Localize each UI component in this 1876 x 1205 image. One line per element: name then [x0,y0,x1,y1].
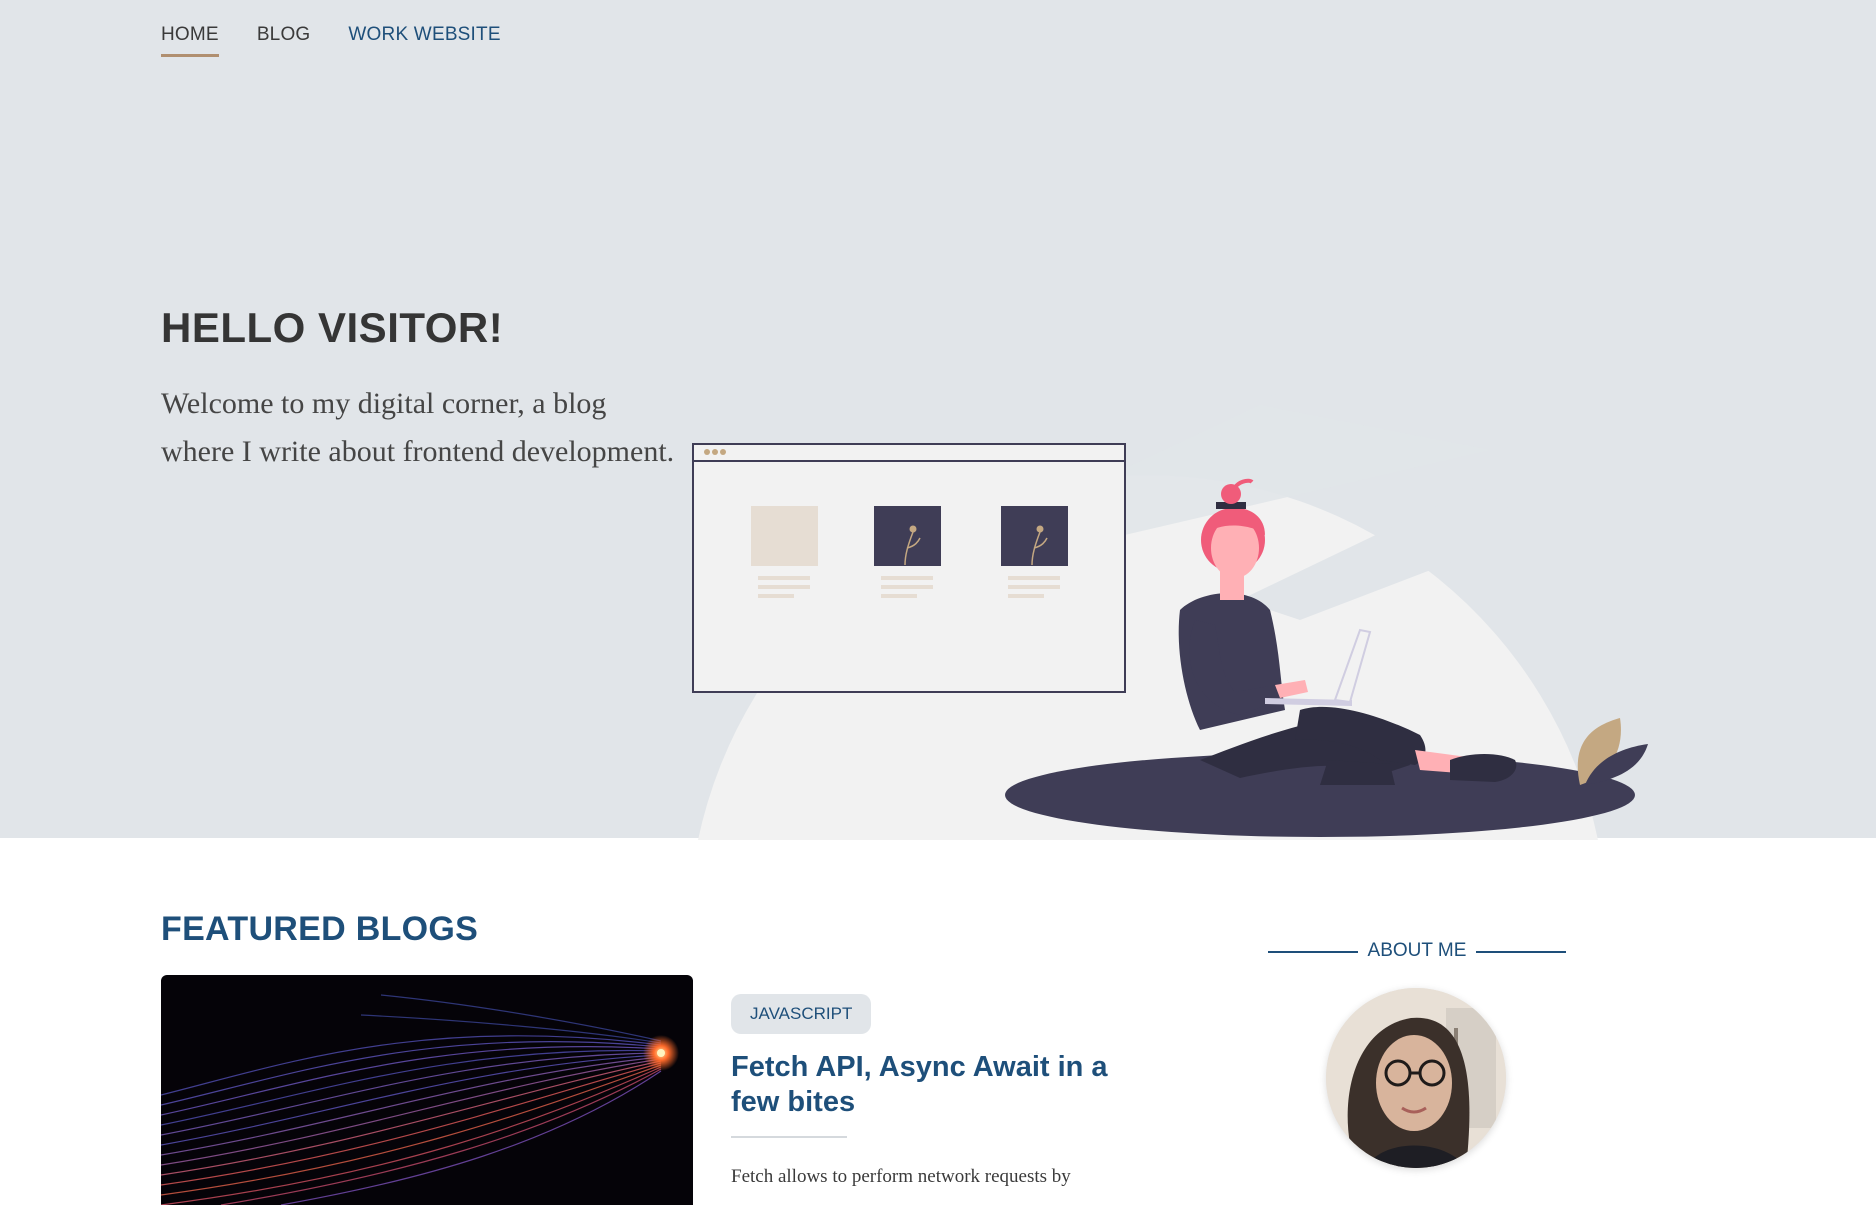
browser-card-image [1001,506,1068,566]
nav-blog-link[interactable]: BLOG [257,24,311,57]
title-divider [731,1136,847,1138]
browser-card-image [874,506,941,566]
blog-post-title[interactable]: Fetch API, Async Await in a few bites [731,1050,1151,1120]
about-divider-right [1476,951,1566,953]
light-trails-graphic [161,994,679,1205]
hero-text: Welcome to my digital corner, a blog whe… [161,387,675,468]
illustration-woman-laptop [692,350,1648,840]
nav-home-link[interactable]: HOME [161,24,219,57]
main-nav: HOME BLOG WORK WEBSITE [161,24,539,57]
blog-post-excerpt: Fetch allows to perform network requests… [731,1166,1071,1187]
browser-card-placeholder [751,506,818,566]
blog-cover-light-trails[interactable] [161,975,693,1205]
browser-window-illustration [692,443,1126,693]
category-tag[interactable]: JAVASCRIPT [731,994,872,1034]
hero-title: HELLO VISITOR! [161,304,504,351]
profile-photo-graphic [1326,988,1506,1168]
about-me-heading: ABOUT ME [1268,940,1566,964]
featured-blogs-heading: FEATURED BLOGS [161,910,479,948]
hero-section: HOME BLOG WORK WEBSITE HELLO VISITOR! We… [0,0,1876,840]
nav-work-website-link[interactable]: WORK WEBSITE [348,24,500,57]
profile-photo [1326,988,1506,1168]
